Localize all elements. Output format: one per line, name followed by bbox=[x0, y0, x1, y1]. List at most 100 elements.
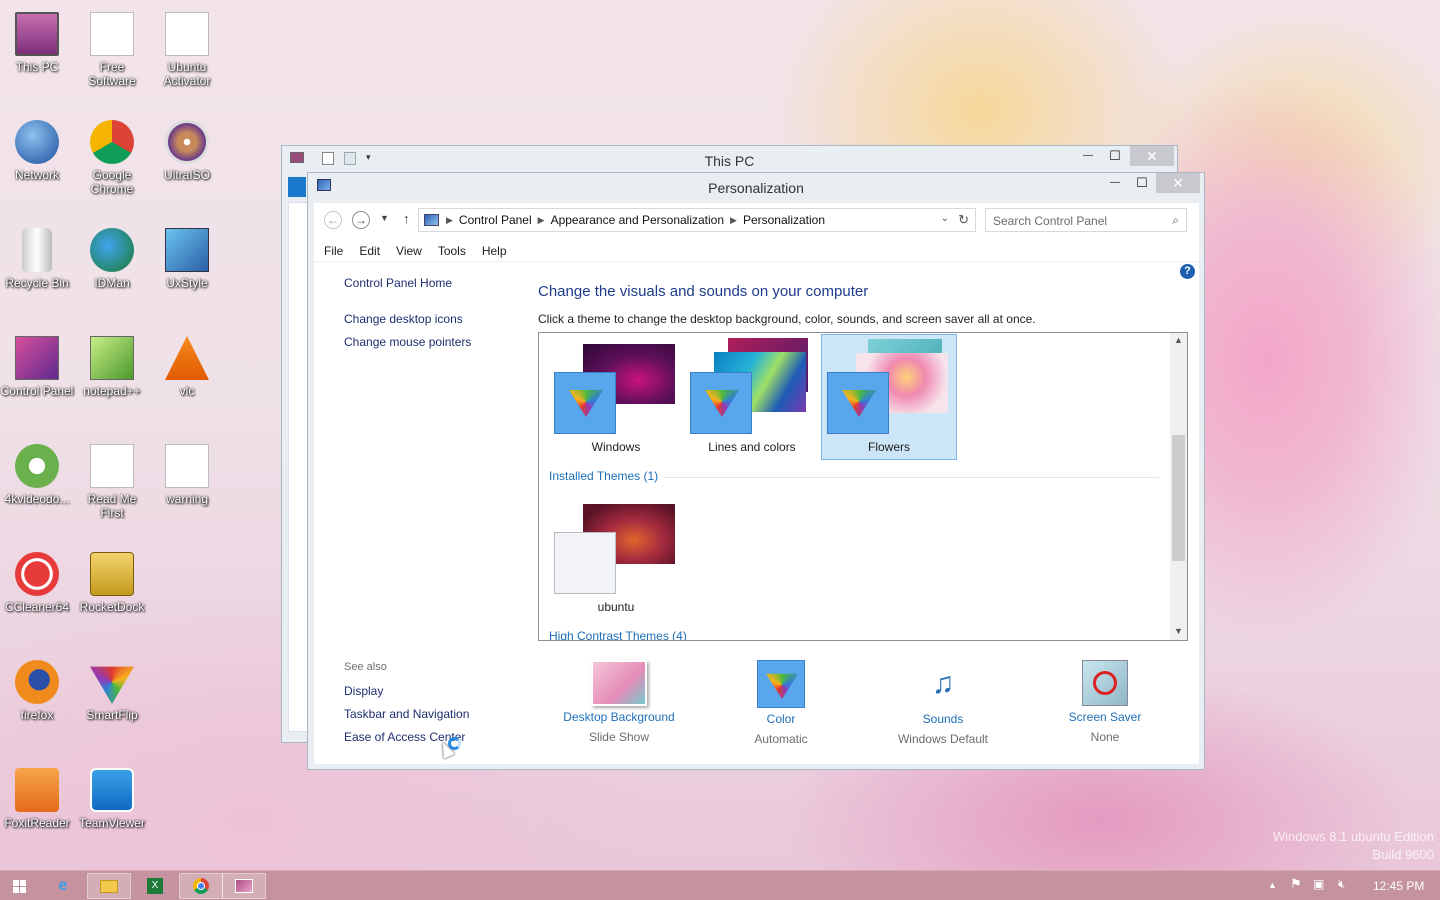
theme-ubuntu[interactable]: ubuntu bbox=[548, 498, 684, 624]
teamviewer-icon bbox=[90, 768, 134, 812]
this-pc-maximize-button[interactable]: ☐ bbox=[1102, 146, 1128, 166]
menu-bar: File Edit View Tools Help bbox=[316, 244, 515, 258]
network-icon[interactable]: ▣ bbox=[1313, 877, 1324, 891]
desktop-icon-rocketdock[interactable]: RocketDock bbox=[75, 550, 149, 614]
desktop-icon-ccleaner64[interactable]: CCleaner64 bbox=[0, 550, 74, 614]
free-software-icon bbox=[90, 12, 134, 56]
up-arrow-icon[interactable]: ↑ bbox=[403, 211, 410, 226]
screen-saver-label[interactable]: Screen Saver bbox=[1040, 710, 1170, 724]
desktop-icon-uxstyle[interactable]: UxStyle bbox=[150, 226, 224, 290]
maximize-button[interactable]: ☐ bbox=[1129, 173, 1155, 193]
high-contrast-themes-header[interactable]: High Contrast Themes (4) bbox=[549, 629, 687, 640]
menu-file[interactable]: File bbox=[316, 244, 351, 258]
search-input[interactable]: Search Control Panel bbox=[993, 214, 1107, 228]
breadcrumb-appearance[interactable]: Appearance and Personalization bbox=[545, 213, 730, 227]
theme-lines-and-colors[interactable]: Lines and colors bbox=[684, 334, 820, 460]
desktop-icon-this-pc[interactable]: This PC bbox=[0, 10, 74, 74]
taskbar-ie[interactable]: e bbox=[41, 873, 85, 899]
desktop-icon-google-chrome[interactable]: Google Chrome bbox=[75, 118, 149, 196]
start-button[interactable] bbox=[0, 873, 38, 899]
menu-edit[interactable]: Edit bbox=[351, 244, 388, 258]
search-icon[interactable]: ⌕ bbox=[1172, 213, 1179, 228]
desktop-background-label[interactable]: Desktop Background bbox=[554, 710, 684, 724]
scroll-up-icon[interactable]: ▲ bbox=[1174, 335, 1183, 345]
breadcrumb-personalization[interactable]: Personalization bbox=[737, 213, 831, 227]
windows-logo-icon bbox=[12, 879, 26, 893]
control-panel-home-link[interactable]: Control Panel Home bbox=[344, 276, 452, 290]
help-icon[interactable]: ? bbox=[1180, 264, 1195, 279]
this-pc-close-button[interactable]: ✕ bbox=[1130, 146, 1174, 166]
personalization-titlebar[interactable]: Personalization — ☐ ✕ bbox=[308, 173, 1204, 199]
desktop-icon-label: Network bbox=[14, 168, 59, 182]
display-link[interactable]: Display bbox=[344, 684, 383, 698]
taskbar-file-explorer[interactable] bbox=[87, 873, 131, 899]
desktop-icon-ultraiso[interactable]: UltraISO bbox=[150, 118, 224, 182]
address-bar[interactable]: ▶ Control Panel ▶ Appearance and Persona… bbox=[418, 208, 976, 232]
desktop-icon-network[interactable]: Network bbox=[0, 118, 74, 182]
this-pc-body bbox=[288, 202, 308, 732]
taskbar-excel[interactable]: X bbox=[133, 873, 177, 899]
desktop-icon-ubuntu-activator[interactable]: Ubuntu Activator bbox=[150, 10, 224, 88]
change-mouse-pointers-link[interactable]: Change mouse pointers bbox=[344, 335, 471, 349]
theme-list-scrollbar[interactable]: ▲ ▼ bbox=[1170, 333, 1187, 640]
change-desktop-icons-link[interactable]: Change desktop icons bbox=[344, 312, 463, 326]
desktop-icon-control-panel[interactable]: Control Panel bbox=[0, 334, 74, 398]
installed-themes-header[interactable]: Installed Themes (1) bbox=[549, 469, 658, 483]
desktop-icon-firefox[interactable]: firefox bbox=[0, 658, 74, 722]
scroll-down-icon[interactable]: ▼ bbox=[1174, 626, 1183, 636]
desktop-icon-vlc[interactable]: vlc bbox=[150, 334, 224, 398]
forward-arrow-icon[interactable]: → bbox=[352, 211, 370, 229]
desktop-icon-idman[interactable]: IDMan bbox=[75, 226, 149, 290]
sounds-label[interactable]: Sounds bbox=[878, 712, 1008, 726]
control-panel-icon bbox=[424, 214, 439, 226]
clock[interactable]: 12:45 PM bbox=[1373, 879, 1424, 893]
sounds-item[interactable]: ♫ Sounds Windows Default bbox=[878, 660, 1008, 746]
search-box[interactable]: Search Control Panel ⌕ bbox=[985, 208, 1187, 232]
desktop-icon-read-me-first[interactable]: Read Me First bbox=[75, 442, 149, 520]
desktop-icon-label: RocketDock bbox=[79, 600, 145, 614]
desktop-icon-warning[interactable]: warning bbox=[150, 442, 224, 506]
menu-help[interactable]: Help bbox=[474, 244, 515, 258]
address-dropdown-icon[interactable]: ⌄ bbox=[941, 213, 949, 224]
this-pc-ribbon-tab[interactable] bbox=[288, 177, 306, 197]
desktop-icon-recycle-bin[interactable]: Recycle Bin bbox=[0, 226, 74, 290]
scrollbar-thumb[interactable] bbox=[1172, 435, 1185, 561]
taskbar-chrome[interactable] bbox=[179, 873, 223, 899]
desktop-icon-free-software[interactable]: Free Software bbox=[75, 10, 149, 88]
desktop-background-icon bbox=[591, 660, 647, 706]
show-hidden-icons-icon[interactable]: ▲ bbox=[1268, 880, 1277, 890]
menu-tools[interactable]: Tools bbox=[430, 244, 474, 258]
ultraiso-icon bbox=[165, 120, 209, 164]
screen-saver-item[interactable]: Screen Saver None bbox=[1040, 660, 1170, 744]
this-pc-minimize-button[interactable]: — bbox=[1075, 146, 1101, 166]
theme-flowers[interactable]: Flowers bbox=[821, 334, 957, 460]
breadcrumb-separator-icon: ▶ bbox=[730, 214, 737, 225]
color-icon bbox=[757, 660, 805, 708]
theme-list[interactable]: Windows Lines and colors Flowers Install… bbox=[538, 332, 1188, 641]
theme-windows[interactable]: Windows bbox=[548, 334, 684, 460]
back-arrow-icon[interactable]: ← bbox=[324, 211, 342, 229]
personalization-window[interactable]: Personalization — ☐ ✕ ← → ▼ ↑ ▶ Control … bbox=[307, 172, 1205, 770]
notepad-icon bbox=[90, 336, 134, 380]
desktop-icon-notepad[interactable]: notepad++ bbox=[75, 334, 149, 398]
desktop-background-item[interactable]: Desktop Background Slide Show bbox=[554, 660, 684, 744]
recent-locations-icon[interactable]: ▼ bbox=[380, 213, 389, 223]
desktop-icon-label: UltraISO bbox=[163, 168, 210, 182]
breadcrumb-control-panel[interactable]: Control Panel bbox=[453, 213, 538, 227]
close-button[interactable]: ✕ bbox=[1156, 173, 1200, 193]
desktop-icon-smartflip[interactable]: SmartFlip bbox=[75, 658, 149, 722]
color-label[interactable]: Color bbox=[716, 712, 846, 726]
taskbar-navigation-link[interactable]: Taskbar and Navigation bbox=[344, 707, 469, 721]
desktop-icon-4kvideodo[interactable]: 4kvideodo... bbox=[0, 442, 74, 506]
minimize-button[interactable]: — bbox=[1102, 173, 1128, 193]
desktop-icon-teamviewer[interactable]: TeamViewer bbox=[75, 766, 149, 830]
color-item[interactable]: Color Automatic bbox=[716, 660, 846, 746]
refresh-icon[interactable]: ↻ bbox=[958, 212, 969, 228]
this-pc-titlebar[interactable]: ▾ This PC — ☐ ✕ bbox=[282, 146, 1177, 172]
desktop-icon-label: Read Me First bbox=[87, 492, 137, 520]
action-center-flag-icon[interactable]: ⚑ bbox=[1290, 876, 1302, 892]
taskbar-personalization[interactable] bbox=[222, 873, 266, 899]
menu-view[interactable]: View bbox=[388, 244, 430, 258]
volume-muted-icon[interactable]: 🔇︎ bbox=[1338, 877, 1346, 892]
desktop-icon-foxitreader[interactable]: FoxitReader bbox=[0, 766, 74, 830]
